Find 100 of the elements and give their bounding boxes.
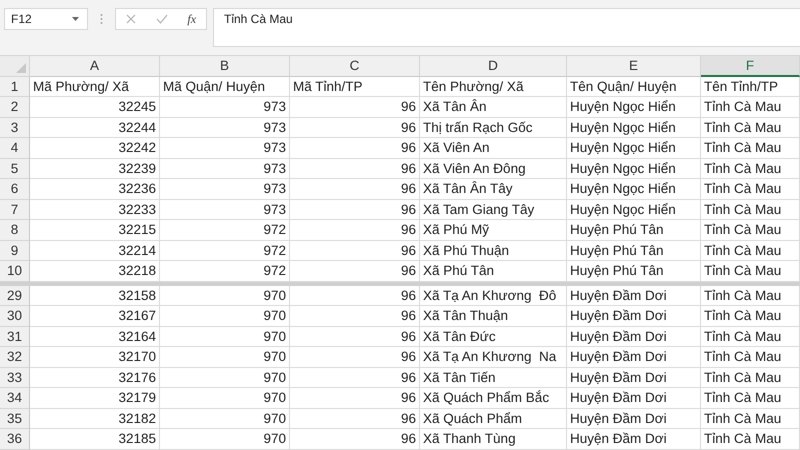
table-cell: 96 [290,118,420,138]
row-header[interactable]: 7 [0,200,30,220]
table-cell: Huyện Đầm Dơi [567,408,701,429]
table-cell: 32176 [30,368,160,388]
row-header[interactable]: 2 [0,97,30,118]
table-cell: Huyện Ngọc Hiển [567,179,701,200]
table-cell: Xã Tân Thuận [420,306,567,326]
table-cell: Tỉnh Cà Mau [701,408,800,429]
table-cell: 32179 [30,388,160,408]
table-cell: 96 [290,179,420,200]
table-cell: Thị trấn Rạch Gốc [420,118,567,138]
column-header[interactable]: D [420,56,567,76]
table-cell: Tỉnh Cà Mau [701,138,800,158]
row-header[interactable]: 34 [0,388,30,408]
table-cell: 96 [290,306,420,326]
table-cell: 96 [290,286,420,306]
table-cell: Tỉnh Cà Mau [701,179,800,200]
cancel-icon[interactable] [126,14,136,24]
column-header[interactable]: E [567,56,701,76]
row-header[interactable]: 6 [0,179,30,200]
row-header[interactable]: 4 [0,138,30,158]
table-cell: Xã Tam Giang Tây [420,200,567,220]
table-cell: 970 [160,326,290,347]
table-cell: 32245 [30,97,160,118]
header-cell: Mã Tỉnh/TP [290,76,420,97]
table-cell: 970 [160,408,290,429]
column-header[interactable]: B [160,56,290,76]
table-cell: Huyện Ngọc Hiển [567,158,701,179]
row-header[interactable]: 29 [0,286,30,306]
table-cell: Huyện Phú Tân [567,220,701,240]
table-cell: Huyện Ngọc Hiển [567,118,701,138]
table-cell: Xã Quách Phẩm [420,408,567,429]
table-cell: Tỉnh Cà Mau [701,388,800,408]
table-cell: 972 [160,240,290,261]
table-cell: 970 [160,388,290,408]
table-cell: Huyện Đầm Dơi [567,286,701,306]
table-cell: 32215 [30,220,160,240]
table-cell: 973 [160,158,290,179]
table-cell: Huyện Ngọc Hiển [567,138,701,158]
table-cell: Tỉnh Cà Mau [701,220,800,240]
row-header[interactable]: 33 [0,368,30,388]
table-cell: 96 [290,200,420,220]
corner-triangle-icon [16,62,26,72]
table-cell: 970 [160,347,290,368]
select-all-corner[interactable] [0,56,30,76]
table-cell: Xã Phú Thuận [420,240,567,261]
table-cell: Tỉnh Cà Mau [701,368,800,388]
header-cell: Mã Quận/ Huyện [160,76,290,97]
row-header[interactable]: 36 [0,429,30,450]
row-header[interactable]: 30 [0,306,30,326]
table-cell: 970 [160,286,290,306]
row-header[interactable]: 10 [0,261,30,282]
table-cell: Huyện Đầm Dơi [567,347,701,368]
table-cell: 973 [160,200,290,220]
table-cell: 32244 [30,118,160,138]
row-header[interactable]: 5 [0,158,30,179]
row-header[interactable]: 9 [0,240,30,261]
table-cell: 970 [160,368,290,388]
row-header[interactable]: 31 [0,326,30,347]
table-cell: Huyện Đầm Dơi [567,388,701,408]
table-cell: Tỉnh Cà Mau [701,347,800,368]
table-cell: Tỉnh Cà Mau [701,118,800,138]
header-cell: Tên Tỉnh/TP [701,76,800,97]
table-cell: Xã Quách Phẩm Bắc [420,388,567,408]
row-header[interactable]: 32 [0,347,30,368]
table-cell: Xã Tạ An Khương Na [420,347,567,368]
table-cell: 96 [290,97,420,118]
table-cell: 973 [160,179,290,200]
table-cell: 32239 [30,158,160,179]
table-cell: 32170 [30,347,160,368]
table-cell: Huyện Ngọc Hiển [567,200,701,220]
row-header[interactable]: 35 [0,408,30,429]
table-cell: Huyện Phú Tân [567,240,701,261]
row-header[interactable]: 3 [0,118,30,138]
table-cell: 970 [160,306,290,326]
row-header[interactable]: 8 [0,220,30,240]
table-cell: 973 [160,118,290,138]
table-cell: 970 [160,429,290,450]
check-icon[interactable] [156,14,168,24]
grip-icon [100,13,103,25]
table-cell: 32185 [30,429,160,450]
table-cell: 96 [290,429,420,450]
table-cell: 96 [290,138,420,158]
table-cell: 32164 [30,326,160,347]
column-header[interactable]: F [701,56,800,76]
table-cell: Tỉnh Cà Mau [701,326,800,347]
row-header[interactable]: 1 [0,76,30,97]
table-cell: 32233 [30,200,160,220]
column-header[interactable]: A [30,56,160,76]
table-cell: Huyện Ngọc Hiển [567,97,701,118]
table-cell: 96 [290,347,420,368]
table-cell: 973 [160,97,290,118]
table-cell: 96 [290,326,420,347]
column-header[interactable]: C [290,56,420,76]
table-cell: Tỉnh Cà Mau [701,306,800,326]
table-cell: 32158 [30,286,160,306]
formula-field[interactable]: Tỉnh Cà Mau [213,8,800,47]
header-cell: Mã Phường/ Xã [30,76,160,97]
name-box[interactable]: F12 [4,8,88,30]
insert-function-button[interactable]: fx [187,12,196,26]
